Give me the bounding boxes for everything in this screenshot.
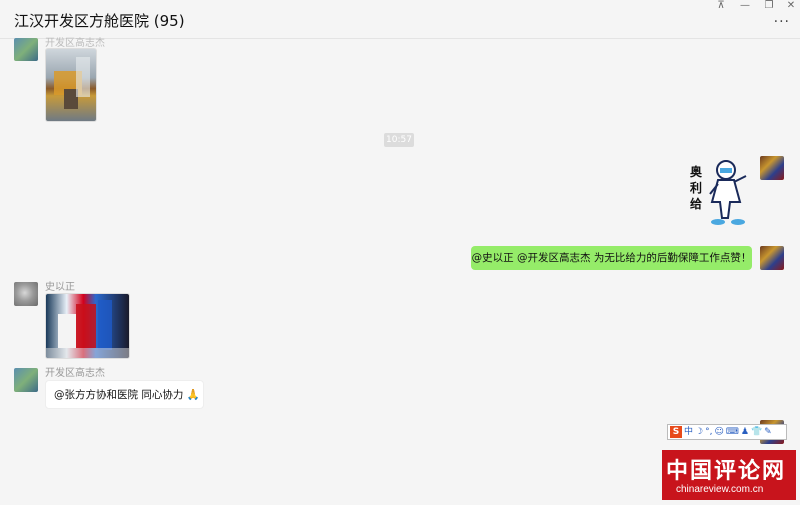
my-text-message[interactable]: @史以正 @开发区高志杰 为无比给力的后勤保障工作点赞！ <box>471 246 752 270</box>
my-avatar[interactable] <box>760 246 784 270</box>
punctuation-icon[interactable]: °, <box>705 424 712 440</box>
text-message[interactable]: @张方方协和医院 同心协力 🙏 <box>45 380 204 409</box>
sticker-label: 奥利给 <box>689 165 702 211</box>
sticker-message[interactable]: 奥利给 <box>686 158 752 228</box>
ime-mode-toggle[interactable]: 中 <box>684 424 693 440</box>
user-icon[interactable]: ♟ <box>741 424 749 440</box>
avatar[interactable] <box>14 38 38 61</box>
avatar[interactable] <box>14 282 38 306</box>
minimize-button[interactable]: — <box>734 0 756 12</box>
photo-content-icon <box>46 300 129 358</box>
emoji-icon[interactable]: ☺ <box>714 424 723 440</box>
pin-icon[interactable]: ⊼ <box>710 0 732 12</box>
close-button[interactable]: ✕ <box>780 0 800 12</box>
image-message[interactable] <box>45 48 97 122</box>
watermark-logo: 中国评论网 chinareview.com.cn <box>662 450 796 500</box>
ime-toolbar[interactable]: S 中 ☽ °, ☺ ⌨ ♟ 👕 ✎ <box>667 424 787 440</box>
message-text: @张方方协和医院 同心协力 <box>54 389 184 401</box>
sender-name: 开发区高志杰 <box>45 38 105 49</box>
my-avatar[interactable] <box>760 156 784 180</box>
photo-content-icon <box>54 57 90 109</box>
skin-icon[interactable]: 👕 <box>751 424 762 440</box>
restore-button[interactable]: ❐ <box>758 0 780 12</box>
sogou-logo-icon[interactable]: S <box>670 426 682 438</box>
avatar[interactable] <box>14 368 38 392</box>
moon-icon[interactable]: ☽ <box>695 424 703 440</box>
watermark-title: 中国评论网 <box>666 459 787 484</box>
watermark-url: chinareview.com.cn <box>676 484 764 495</box>
keyboard-icon[interactable]: ⌨ <box>726 424 739 440</box>
folded-hands-icon: 🙏 <box>186 389 200 401</box>
timestamp: 10:57 <box>384 133 414 147</box>
sender-name: 史以正 <box>45 282 75 293</box>
image-message[interactable] <box>45 293 130 359</box>
sender-name: 开发区高志杰 <box>45 368 105 379</box>
settings-icon[interactable]: ✎ <box>764 424 772 440</box>
title-bar: 江汉开发区方舱医院 (95) ⊼ — ❐ ✕ ··· <box>0 0 800 39</box>
chat-title: 江汉开发区方舱医院 (95) <box>14 12 185 30</box>
more-options-button[interactable]: ··· <box>774 14 790 30</box>
